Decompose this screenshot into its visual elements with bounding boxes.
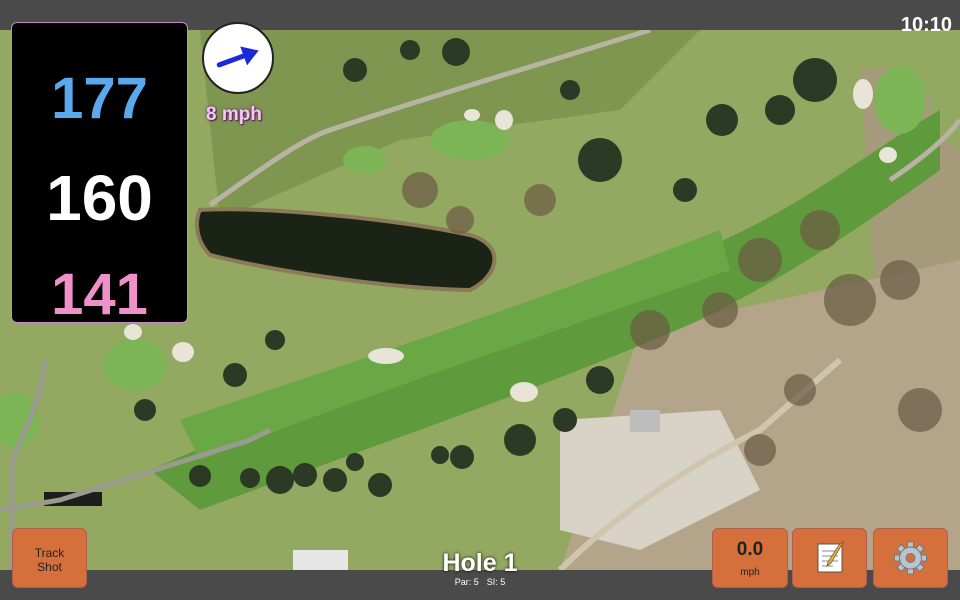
back-distance: 177: [51, 66, 148, 131]
si-label: SI: 5: [486, 577, 506, 587]
track-shot-button[interactable]: Track Shot: [12, 528, 87, 588]
speed-button[interactable]: 0.0 mph: [712, 528, 788, 588]
front-distance: 141: [51, 262, 148, 327]
hole-info: Par: 5 SI: 5: [380, 577, 580, 587]
notepad-icon: [817, 540, 845, 573]
par-label: Par: 5: [454, 577, 479, 587]
hole-title: Hole 1: [442, 549, 518, 577]
yardage-panel: 177 160 141: [11, 22, 188, 327]
clock: 10:10: [900, 14, 952, 36]
gear-icon: [894, 541, 927, 575]
speed-unit: mph: [740, 567, 760, 578]
wind-speed: 8 mph: [206, 104, 262, 125]
settings-button[interactable]: [873, 528, 948, 588]
center-distance: 160: [46, 162, 153, 234]
speed-value: 0.0: [736, 539, 764, 560]
wind-indicator: [202, 22, 274, 94]
notes-button[interactable]: [792, 528, 867, 588]
track-shot-label-2: Shot: [37, 560, 62, 574]
wind-arrow-icon: [216, 46, 259, 68]
track-shot-label-1: Track: [34, 546, 65, 560]
